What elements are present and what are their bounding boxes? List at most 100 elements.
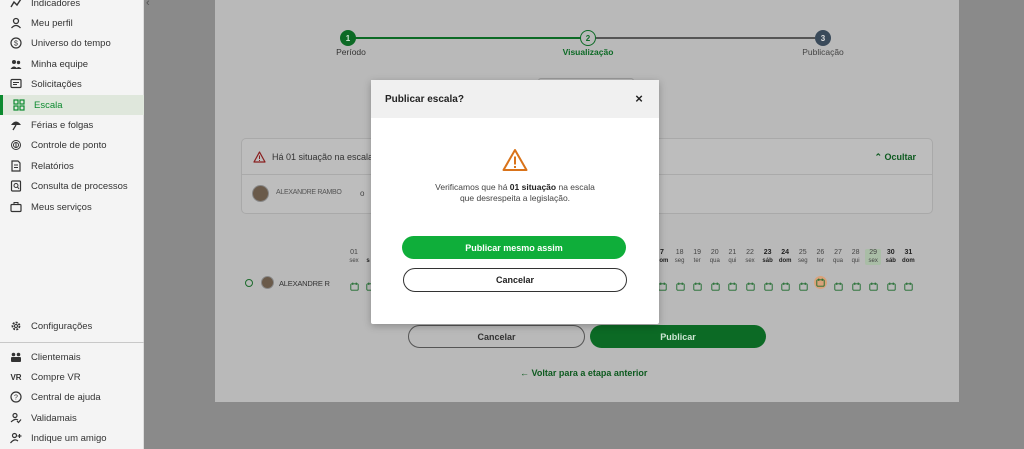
sidebar-item-label: Universo do tempo xyxy=(31,37,111,49)
hide-alert-button[interactable]: ⌃ Ocultar xyxy=(874,152,916,163)
sidebar-item-label: Compre VR xyxy=(31,371,81,383)
day-header-19: 19 ter xyxy=(689,249,705,265)
day-number: 21 xyxy=(728,249,737,256)
sidebar-item-minha-equipe[interactable]: Minha equipe xyxy=(0,54,144,74)
sidebar-item-relat-rios[interactable]: Relatórios xyxy=(0,156,144,176)
publish-button[interactable]: Publicar xyxy=(590,325,766,348)
sidebar-item-universo-do-tempo[interactable]: $ Universo do tempo xyxy=(0,33,144,53)
expand-row-icon[interactable] xyxy=(245,279,253,287)
day-weekday: sáb xyxy=(885,258,896,264)
day-weekday: qua xyxy=(832,258,843,264)
sidebar-item-settings[interactable]: Configurações xyxy=(0,316,144,336)
stepper-line-1 xyxy=(348,37,587,39)
day-header-22: 22 sex xyxy=(742,249,758,265)
day-weekday: seg xyxy=(674,258,685,264)
sidebar-item-indique-um-amigo[interactable]: Indique um amigo xyxy=(0,428,144,448)
publish-modal: Publicar escala? × Verificamos que há 01… xyxy=(371,80,659,324)
day-weekday: sex xyxy=(868,258,878,264)
day-header-28: 28 qui xyxy=(848,249,864,265)
sidebar-item-meus-servi-os[interactable]: Meus serviços xyxy=(0,197,144,217)
shift-icon[interactable] xyxy=(658,278,667,291)
day-weekday: qui xyxy=(851,258,860,264)
day-number: 31 xyxy=(904,249,913,256)
day-weekday: ter xyxy=(693,258,701,264)
publish-anyway-button[interactable]: Publicar mesmo assim xyxy=(402,236,626,259)
step-3-circle: 3 xyxy=(815,30,831,46)
shift-icon[interactable] xyxy=(781,278,790,291)
sidebar-item-solicita-es[interactable]: Solicitações xyxy=(0,74,144,94)
sidebar-item-label: Relatórios xyxy=(31,160,74,172)
people-icon xyxy=(10,351,22,363)
vr-icon: VR xyxy=(10,371,22,383)
shift-icon[interactable] xyxy=(763,278,773,291)
day-number: 23 xyxy=(763,249,772,256)
help-icon: ? xyxy=(10,391,22,403)
day-header-21: 21 qui xyxy=(724,249,740,265)
day-header-30: 30 sáb xyxy=(883,249,899,265)
sidebar-item-label: Solicitações xyxy=(31,78,82,90)
day-number: 22 xyxy=(746,249,754,256)
day-number: 01 xyxy=(350,249,358,256)
sidebar-item-label: Central de ajuda xyxy=(31,391,101,403)
day-weekday: dom xyxy=(778,258,792,264)
sidebar: Indicadores Meu perfil $ Universo do tempo M… xyxy=(0,0,144,449)
shift-icon[interactable] xyxy=(350,278,359,291)
day-weekday: dom xyxy=(902,258,915,264)
sidebar-item-validamais[interactable]: Validamais xyxy=(0,408,144,428)
sidebar-item-f-rias-e-folgas[interactable]: Férias e folgas xyxy=(0,115,144,135)
sidebar-item-label: Indique um amigo xyxy=(31,432,107,444)
sidebar-item-escala[interactable]: Escala xyxy=(0,95,144,115)
sidebar-item-label: Clientemais xyxy=(31,351,81,363)
step-2-label: Visualização xyxy=(562,47,614,57)
day-number: 26 xyxy=(816,249,825,256)
shift-icon[interactable] xyxy=(834,278,843,291)
sidebar-collapse-chevron-icon[interactable]: ‹ xyxy=(146,0,158,9)
sidebar-item-clientemais[interactable]: Clientemais xyxy=(0,347,144,367)
sidebar-item-central-de-ajuda[interactable]: ? Central de ajuda xyxy=(0,387,144,407)
step-1-label: Período xyxy=(336,47,366,57)
shift-icon[interactable] xyxy=(728,278,738,291)
sidebar-item-meu-perfil[interactable]: Meu perfil xyxy=(0,13,144,33)
briefcase-icon xyxy=(10,201,22,213)
fingerprint-icon xyxy=(10,139,22,151)
day-header-01: 01 sex xyxy=(346,249,362,265)
sidebar-item-compre-vr[interactable]: VR Compre VR xyxy=(0,367,144,387)
day-weekday: qua xyxy=(709,258,720,264)
team-icon xyxy=(10,58,22,70)
shift-icon[interactable] xyxy=(869,278,878,291)
shift-icon[interactable] xyxy=(851,278,861,291)
sidebar-item-consulta-de-processos[interactable]: Consulta de processos xyxy=(0,176,144,196)
shift-icon[interactable] xyxy=(711,278,720,291)
sidebar-item-label: Validamais xyxy=(31,412,77,424)
day-weekday: seg xyxy=(797,258,808,264)
modal-message: Verificamos que há 01 situação na escala… xyxy=(435,182,595,203)
shift-icon[interactable] xyxy=(799,278,808,291)
close-icon[interactable]: × xyxy=(633,92,645,105)
shift-icon[interactable] xyxy=(675,278,685,291)
sidebar-item-indicadores[interactable]: Indicadores xyxy=(0,0,144,13)
modal-cancel-button[interactable]: Cancelar xyxy=(403,268,627,292)
day-header-25: 25 seg xyxy=(795,249,811,265)
modal-title: Publicar escala? xyxy=(385,94,464,105)
sidebar-item-label: Escala xyxy=(34,99,63,111)
day-weekday: sáb xyxy=(762,258,773,264)
sidebar-item-label: Férias e folgas xyxy=(31,119,94,131)
step-3-label: Publicação xyxy=(802,47,844,57)
sidebar-item-controle-de-ponto[interactable]: Controle de ponto xyxy=(0,135,144,155)
cancel-button[interactable]: Cancelar xyxy=(408,325,585,348)
shift-icon[interactable] xyxy=(887,278,896,291)
grid-icon xyxy=(13,99,25,111)
day-header-18: 18 seg xyxy=(672,249,688,265)
shift-icon[interactable] xyxy=(693,278,702,291)
shift-icon[interactable] xyxy=(746,278,755,291)
gear-icon xyxy=(10,320,22,332)
back-link[interactable]: ← Voltar para a etapa anterior xyxy=(520,368,647,378)
user-icon xyxy=(10,17,22,29)
day-weekday: ter xyxy=(816,258,824,264)
day-number: 19 xyxy=(693,249,702,256)
sidebar-item-label: Meus serviços xyxy=(31,201,92,213)
day-number: 30 xyxy=(886,249,895,256)
sidebar-item-label: Indicadores xyxy=(31,0,81,9)
shift-icon[interactable] xyxy=(904,278,914,291)
day-weekday: qui xyxy=(728,258,737,264)
